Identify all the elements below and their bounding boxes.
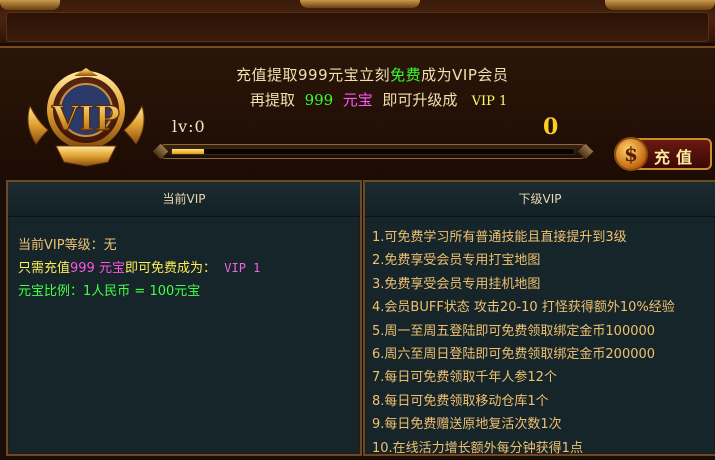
benefit-item: 7.每日可免费领取千年人参12个	[372, 370, 557, 386]
need-recharge-row: 只需充值999 元宝即可免费成为： VIP 1	[18, 257, 260, 280]
promo-free-text: 免费	[390, 66, 422, 84]
promo-amount: 999	[304, 91, 334, 109]
window-top-frame	[0, 0, 715, 48]
frame-ornament-left	[0, 0, 60, 10]
promo-target-vip: VIP 1	[471, 94, 508, 109]
benefit-item: 10.在线活力增长额外每分钟获得1点	[372, 440, 583, 456]
next-vip-panel: 下级VIP 1.可免费学习所有普通技能且直接提升到3级 2.免费享受会员专用打宝…	[363, 180, 715, 456]
current-vip-title: 当前VIP	[8, 182, 360, 217]
progress-inner	[171, 148, 575, 155]
current-level-label: 当前VIP等级：	[18, 238, 104, 253]
promo-line-2-middle: 即可升级成	[382, 91, 458, 109]
coin-icon: $	[614, 137, 648, 171]
ratio-row: 元宝比例：1人民币 = 100元宝	[18, 280, 260, 303]
current-level-value: 无	[103, 238, 117, 253]
ratio-value: 1人民币 = 100元宝	[83, 284, 201, 299]
benefit-item: 1.可免费学习所有普通技能且直接提升到3级	[372, 230, 627, 245]
vip-progress-bar	[152, 143, 594, 160]
benefit-item: 6.周六至周日登陆即可免费领取绑定金币200000	[372, 347, 656, 363]
need-target-vip: VIP 1	[224, 261, 261, 275]
benefit-item: 5.周一至周五登陆即可免费领取绑定金币100000	[372, 323, 656, 339]
current-vip-panel: 当前VIP 当前VIP等级：无 只需充值999 元宝即可免费成为： VIP 1 …	[6, 180, 362, 456]
next-vip-benefits-list: 1.可免费学习所有普通技能且直接提升到3级 2.免费享受会员专用打宝地图 3.免…	[372, 226, 675, 460]
next-vip-title: 下级VIP	[365, 182, 715, 217]
vip-badge-text: VIP	[51, 99, 120, 139]
benefit-item: 3.免费享受会员专用挂机地图	[372, 276, 541, 292]
benefit-item: 2.免费享受会员专用打宝地图	[372, 253, 541, 269]
promo-line-2-prefix: 再提取	[250, 91, 296, 109]
progress-fill	[172, 149, 205, 154]
recharge-button-label: 充值	[654, 148, 699, 167]
need-amount: 999 元宝	[70, 261, 125, 276]
level-label: lv:0	[172, 117, 206, 136]
level-value: 0	[543, 114, 559, 140]
frame-ornament-right	[605, 0, 715, 10]
need-middle: 即可免费成为：	[124, 261, 216, 276]
current-vip-body: 当前VIP等级：无 只需充值999 元宝即可免费成为： VIP 1 元宝比例：1…	[18, 234, 260, 303]
promo-line-1-prefix: 充值提取999元宝立刻	[236, 66, 391, 84]
benefit-item: 9.每日免费赠送原地复活次数1次	[372, 417, 562, 433]
frame-bevel	[6, 12, 709, 42]
promo-line-1: 充值提取999元宝立刻免费成为VIP会员	[236, 64, 508, 85]
ratio-label: 元宝比例：	[18, 284, 84, 299]
current-level-row: 当前VIP等级：无	[18, 234, 260, 257]
benefit-item: 4.会员BUFF状态 攻击20-10 打怪获得额外10%经验	[372, 300, 675, 316]
promo-line-2: 再提取 999 元宝 即可升级成 VIP 1	[250, 89, 507, 110]
need-prefix: 只需充值	[18, 261, 71, 276]
promo-currency: 元宝	[342, 91, 373, 109]
promo-line-1-suffix: 成为VIP会员	[421, 66, 509, 84]
recharge-button[interactable]: $ 充值	[614, 137, 712, 171]
vip-badge-icon: VIP	[27, 68, 145, 167]
benefit-item: 8.每日可免费领取移动仓库1个	[372, 393, 549, 409]
frame-ornament-center	[300, 0, 420, 8]
